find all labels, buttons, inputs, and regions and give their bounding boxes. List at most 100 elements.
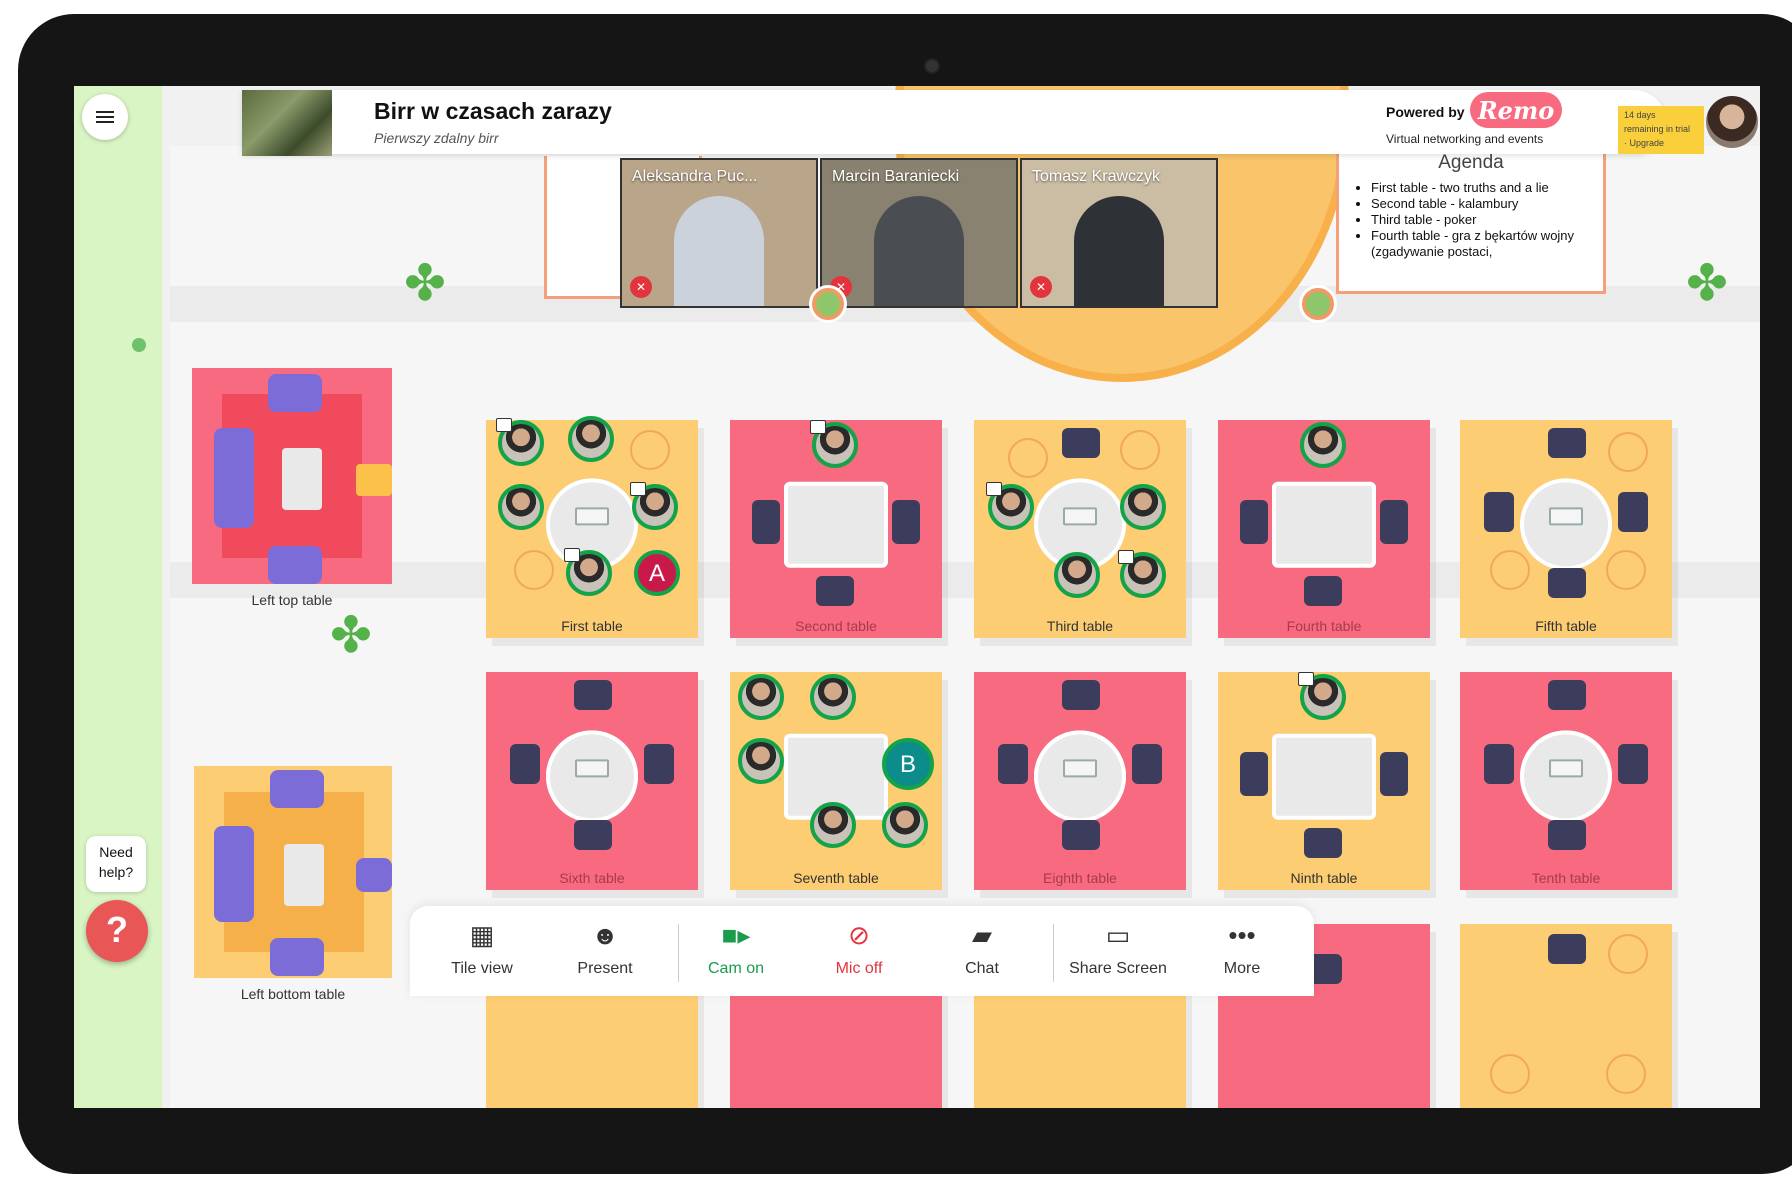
- armchair: [268, 374, 322, 412]
- table-room-2[interactable]: Second table: [730, 420, 942, 638]
- laptop-icon: [1549, 507, 1583, 526]
- chair: [1380, 500, 1408, 544]
- more-button[interactable]: ••• More: [1190, 920, 1294, 990]
- attendee-avatar[interactable]: [630, 482, 678, 530]
- attendee-avatar-letter[interactable]: B: [882, 738, 934, 790]
- empty-seat[interactable]: [630, 430, 670, 470]
- empty-seat[interactable]: [1490, 1054, 1530, 1094]
- table-room-4[interactable]: Fourth table: [1218, 420, 1430, 638]
- help-icon[interactable]: ?: [86, 900, 148, 962]
- attendee-avatar[interactable]: [1054, 552, 1100, 598]
- attendee-avatar[interactable]: [810, 420, 858, 468]
- empty-seat[interactable]: [1606, 1054, 1646, 1094]
- table-room-3[interactable]: Third table: [974, 420, 1186, 638]
- side-table: [356, 464, 392, 496]
- chair: [1240, 752, 1268, 796]
- chair: [1548, 820, 1586, 850]
- empty-seat[interactable]: [1608, 432, 1648, 472]
- agenda-panel[interactable]: Agenda First table - two truths and a li…: [1336, 144, 1606, 294]
- table-room-5[interactable]: Fifth table: [1460, 420, 1672, 638]
- table-top: [784, 481, 888, 568]
- chair: [892, 500, 920, 544]
- webcam-dot: [924, 58, 940, 74]
- camera-on-icon: [986, 482, 1002, 496]
- attendee-avatar-letter[interactable]: A: [634, 550, 680, 596]
- table-room-8[interactable]: Eighth table: [974, 672, 1186, 890]
- chat-button[interactable]: ▰ Chat: [930, 920, 1034, 990]
- laptop-icon: [1549, 759, 1583, 778]
- table-room-10[interactable]: Tenth table: [1460, 672, 1672, 890]
- chair: [1304, 828, 1342, 858]
- attendee-avatar[interactable]: [986, 482, 1034, 530]
- table-room-7[interactable]: B Seventh table: [730, 672, 942, 890]
- table-label: Ninth table: [1290, 870, 1358, 886]
- table-label: Fifth table: [1535, 618, 1597, 634]
- my-avatar[interactable]: [1706, 96, 1758, 148]
- menu-button[interactable]: [82, 94, 128, 140]
- table-room-1[interactable]: A First table: [486, 416, 698, 638]
- table-room-row3[interactable]: [1460, 924, 1672, 1108]
- table-label: Third table: [1046, 618, 1114, 634]
- more-label: More: [1223, 960, 1261, 977]
- attendee-avatar[interactable]: [810, 802, 856, 848]
- attendee-avatar[interactable]: [498, 484, 544, 530]
- table-room-6[interactable]: Sixth table: [486, 672, 698, 890]
- speaker-video: [1074, 196, 1164, 306]
- attendee-avatar[interactable]: [810, 674, 856, 720]
- chair: [1548, 680, 1586, 710]
- camera-on-icon: [496, 418, 512, 432]
- chair: [1484, 744, 1514, 784]
- mic-toggle-button[interactable]: ⊘ Mic off: [807, 920, 911, 990]
- bottom-toolbar: ▦ Tile view ☻ Present ■▸ Cam on ⊘ Mic of…: [410, 906, 1314, 996]
- laptop-icon: [575, 507, 609, 526]
- empty-seat[interactable]: [1608, 934, 1648, 974]
- attendee-avatar[interactable]: [496, 418, 544, 466]
- speaker-tile[interactable]: Tomasz Krawczyk ✕: [1020, 158, 1218, 308]
- attendee-avatar[interactable]: [1118, 550, 1166, 598]
- empty-seat[interactable]: [1490, 550, 1530, 590]
- empty-seat[interactable]: [514, 550, 554, 590]
- upgrade-link[interactable]: · Upgrade: [1624, 136, 1698, 150]
- tile-view-button[interactable]: ▦ Tile view: [430, 920, 534, 990]
- speaker-tile[interactable]: Marcin Baraniecki ✕: [820, 158, 1018, 308]
- share-screen-button[interactable]: ▭ Share Screen: [1058, 920, 1178, 990]
- coffee-table: [282, 448, 322, 510]
- cam-toggle-button[interactable]: ■▸ Cam on: [684, 920, 788, 990]
- chair: [1548, 934, 1586, 964]
- present-button[interactable]: ☻ Present: [553, 920, 657, 990]
- lamp-icon: [1302, 288, 1334, 320]
- attendee-avatar[interactable]: [738, 674, 784, 720]
- empty-seat[interactable]: [1606, 550, 1646, 590]
- monitor-icon: ▭: [1105, 920, 1131, 950]
- decor-dot: [132, 338, 146, 352]
- table-top: [1034, 730, 1126, 823]
- lounge-left-bottom[interactable]: Left bottom table: [194, 766, 392, 1002]
- attendee-avatar[interactable]: [738, 738, 784, 784]
- empty-seat[interactable]: [1120, 430, 1160, 470]
- event-thumbnail: [242, 90, 332, 156]
- remo-logo[interactable]: Remo: [1470, 92, 1562, 128]
- attendee-avatar[interactable]: [568, 416, 614, 462]
- need-help-bubble[interactable]: Need help?: [86, 836, 146, 892]
- laptop-icon: [1063, 759, 1097, 778]
- attendee-avatar[interactable]: [564, 548, 612, 596]
- agenda-list: First table - two truths and a lie Secon…: [1357, 180, 1585, 260]
- trial-badge[interactable]: 14 days remaining in trial · Upgrade: [1618, 106, 1704, 154]
- chair: [1548, 428, 1586, 458]
- attendee-avatar[interactable]: [1120, 484, 1166, 530]
- table-room-9[interactable]: Ninth table: [1218, 672, 1430, 890]
- speaker-video: [674, 196, 764, 306]
- attendee-avatar[interactable]: [882, 802, 928, 848]
- sofa: [214, 826, 254, 922]
- chair: [998, 744, 1028, 784]
- speaker-tile[interactable]: Aleksandra Puc... ✕: [620, 158, 818, 308]
- empty-seat[interactable]: [1008, 438, 1048, 478]
- lounge-left-top[interactable]: Left top table: [192, 368, 392, 608]
- agenda-item: Second table - kalambury: [1371, 196, 1585, 212]
- attendee-avatar[interactable]: [1300, 422, 1346, 468]
- chair: [1618, 492, 1648, 532]
- attendee-avatar[interactable]: [1298, 672, 1346, 720]
- mic-label: Mic off: [835, 960, 883, 977]
- camera-on-icon: [810, 420, 826, 434]
- armchair: [268, 546, 322, 584]
